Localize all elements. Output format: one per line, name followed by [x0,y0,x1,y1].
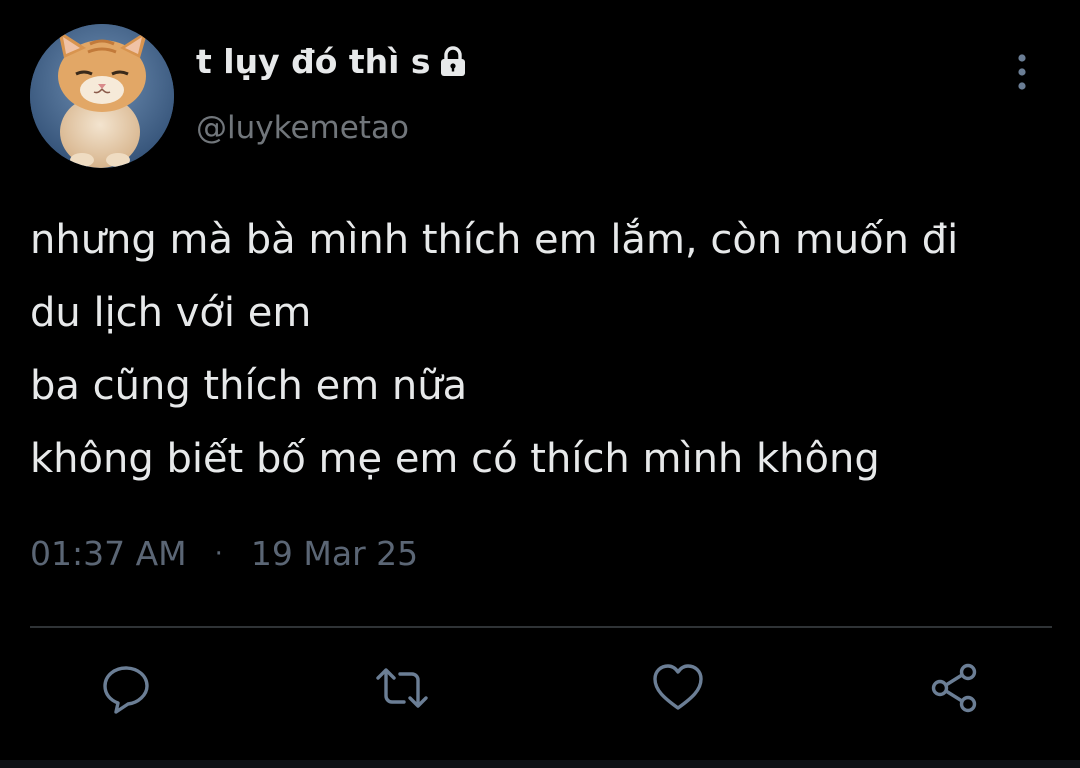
tweet-line: nhưng mà bà mình thích em lắm, còn muốn … [30,217,959,263]
retweet-icon[interactable] [374,660,430,716]
separator-dot: · [214,538,223,569]
tweet-line: ba cũng thích em nữa [30,363,468,409]
display-name-text: t lụy đó thì s [196,42,431,81]
reply-icon[interactable] [98,660,154,716]
tweet-timestamp[interactable]: 01:37 AM · 19 Mar 25 [30,534,418,573]
tweet-line: du lịch với em [30,290,312,336]
share-icon[interactable] [926,660,982,716]
tweet-date: 19 Mar 25 [250,534,419,573]
more-vertical-icon[interactable] [1002,52,1042,92]
kitten-avatar-image [30,24,174,168]
username-handle[interactable]: @luykemetao [196,110,409,146]
tweet-time: 01:37 AM [30,534,187,573]
action-bar [0,660,1080,724]
like-icon[interactable] [650,660,706,716]
lock-icon [435,44,471,80]
bottom-edge [0,760,1080,768]
avatar[interactable] [30,24,174,168]
tweet-text: nhưng mà bà mình thích em lắm, còn muốn … [30,204,1060,496]
display-name[interactable]: t lụy đó thì s [196,42,471,81]
divider [30,626,1052,628]
tweet-line: không biết bố mẹ em có thích mình không [30,436,880,482]
